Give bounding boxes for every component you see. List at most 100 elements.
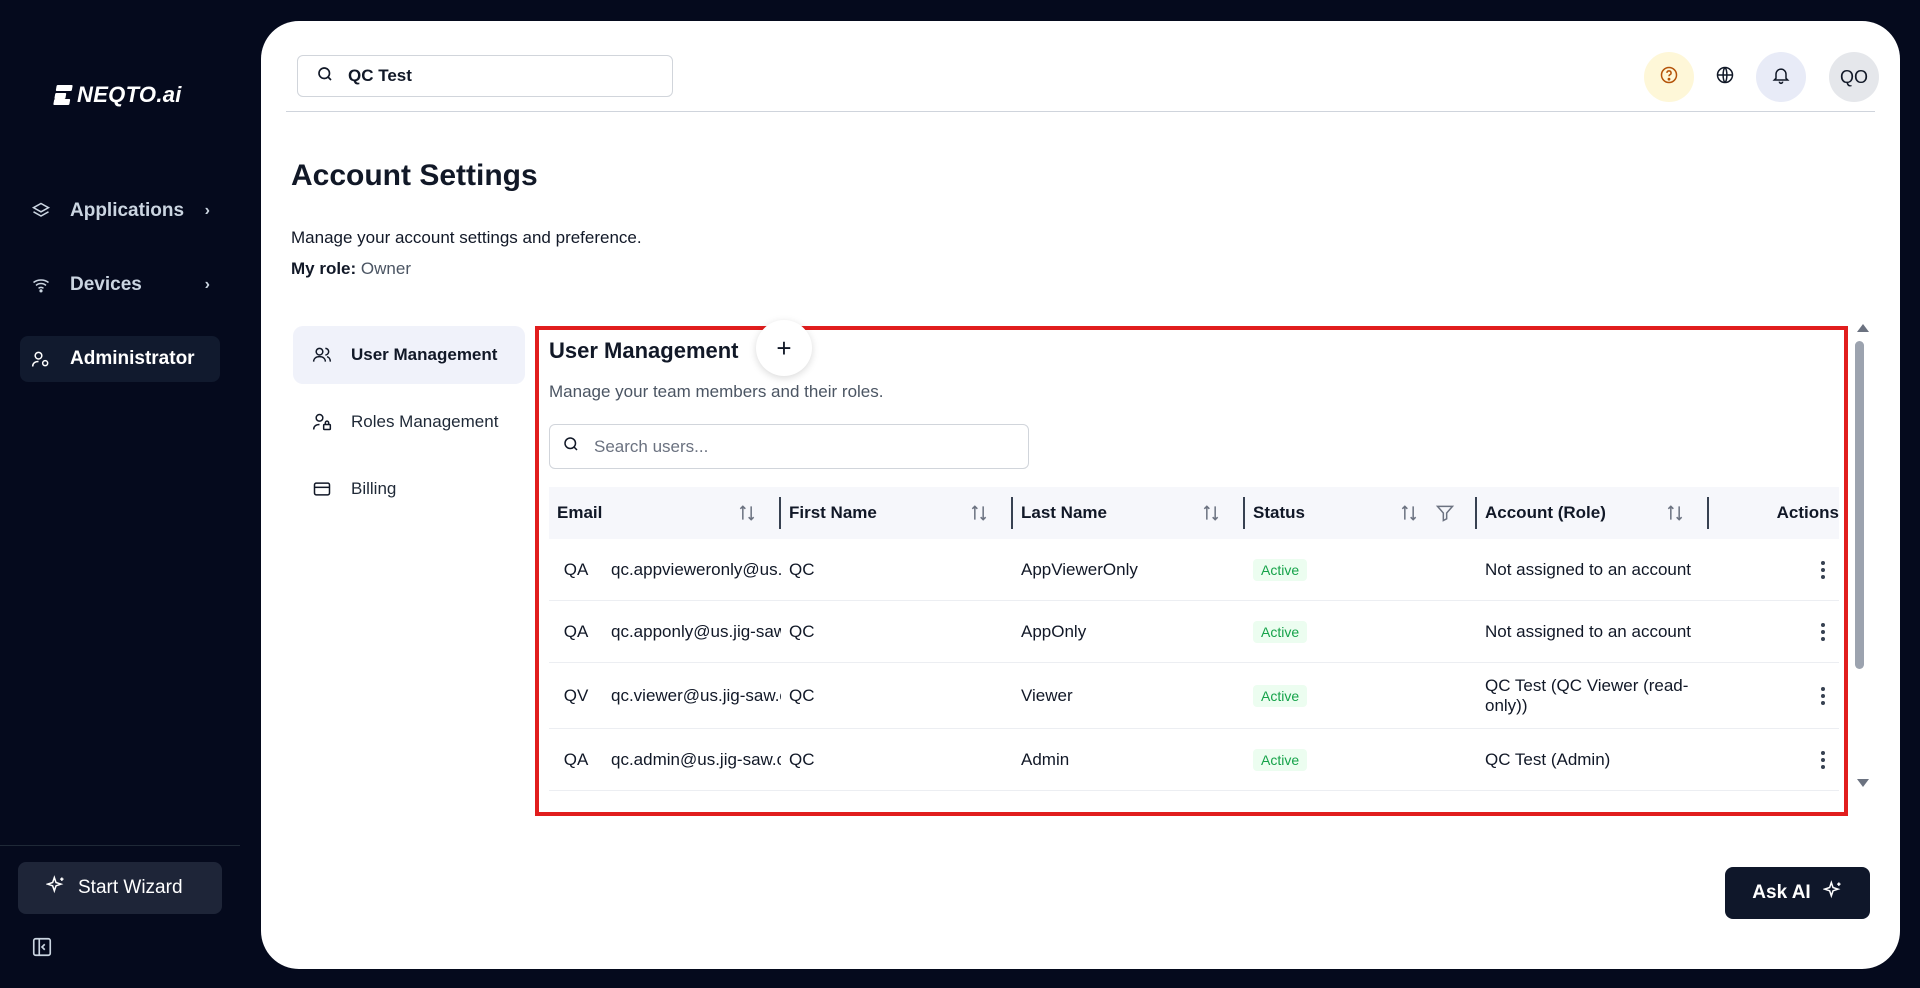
role-label: My role: — [291, 259, 357, 278]
user-management-description: Manage your team members and their roles… — [549, 382, 884, 401]
user-avatar[interactable]: QO — [1829, 52, 1879, 102]
status-badge: Active — [1253, 748, 1308, 771]
email-cell: QA qc.admin@us.jig-saw.com — [549, 750, 781, 770]
user-management-panel: User Management + Manage your team membe… — [535, 320, 1848, 816]
brand-name: NEQTO.ai — [77, 82, 182, 107]
status-cell: Active — [1245, 748, 1477, 771]
email-text: qc.appvieweronly@us.jig-saw.com — [611, 559, 781, 579]
collapse-sidebar-icon[interactable] — [31, 936, 53, 958]
column-label: Account (Role) — [1485, 503, 1606, 522]
user-search-field[interactable] — [549, 424, 1029, 469]
global-search-value: QC Test — [348, 66, 412, 85]
actions-cell — [1709, 750, 1839, 770]
column-status[interactable]: Status — [1245, 487, 1477, 539]
user-initials-avatar: QV — [563, 685, 589, 705]
globe-icon — [1715, 65, 1735, 90]
sidebar-item-administrator[interactable]: Administrator — [20, 336, 220, 382]
global-search-input[interactable]: QC Test — [297, 55, 673, 97]
start-wizard-button[interactable]: Start Wizard — [18, 862, 222, 914]
table-row[interactable]: QA qc.admin@us.jig-saw.com QC Admin Acti… — [549, 729, 1839, 791]
column-account-role[interactable]: Account (Role) — [1477, 487, 1709, 539]
ask-ai-button[interactable]: Ask AI — [1725, 867, 1870, 919]
users-icon — [311, 344, 333, 366]
more-vertical-icon[interactable] — [1813, 622, 1833, 642]
more-vertical-icon[interactable] — [1813, 686, 1833, 706]
account-role-cell: QC Test (QC Viewer (read-only)) — [1485, 675, 1689, 715]
table-row[interactable]: QA qc.apponly@us.jig-saw.com QC AppOnly … — [549, 601, 1839, 663]
account-role-cell: QC Test (Admin) — [1485, 749, 1611, 769]
wifi-icon — [30, 274, 52, 296]
layers-icon — [30, 200, 52, 222]
sort-icon[interactable] — [1399, 503, 1419, 523]
account-role-cell: Not assigned to an account — [1485, 559, 1692, 579]
table-row[interactable]: QV qc.viewer@us.jig-saw.com QC Viewer Ac… — [549, 663, 1839, 729]
sidebar-nav: Applications › Devices › Administrator — [20, 188, 220, 410]
user-gear-icon — [30, 348, 52, 370]
sort-icon[interactable] — [1665, 503, 1685, 523]
column-label: First Name — [789, 503, 877, 522]
role-value: Owner — [360, 259, 411, 278]
column-label: Status — [1253, 503, 1305, 522]
brand-logo[interactable]: NEQTO.ai — [53, 82, 182, 108]
table-header: Email First Name Last Name Status Accoun… — [549, 487, 1839, 539]
start-wizard-label: Start Wizard — [78, 877, 183, 898]
user-search-input[interactable] — [594, 436, 994, 457]
scroll-up-arrow[interactable] — [1857, 324, 1869, 332]
sidebar-item-applications[interactable]: Applications › — [20, 188, 220, 234]
sort-icon[interactable] — [1201, 503, 1221, 523]
tab-label: Billing — [351, 479, 397, 498]
scroll-down-arrow[interactable] — [1857, 779, 1869, 787]
email-text: qc.apponly@us.jig-saw.com — [611, 621, 781, 641]
more-vertical-icon[interactable] — [1813, 560, 1833, 580]
email-text: qc.viewer@us.jig-saw.com — [611, 685, 781, 705]
first-name-cell: QC — [789, 621, 815, 641]
column-first-name[interactable]: First Name — [781, 487, 1013, 539]
add-user-button[interactable]: + — [756, 320, 812, 376]
status-cell: Active — [1245, 684, 1477, 707]
main-panel: QC Test QO Account Settings Manage your … — [261, 21, 1900, 969]
top-bar: QC Test QO — [286, 21, 1879, 112]
chevron-right-icon: › — [204, 276, 210, 293]
column-label: Email — [557, 503, 603, 522]
user-management-title: User Management — [549, 338, 739, 363]
sort-icon[interactable] — [737, 503, 757, 523]
first-name-cell: QC — [789, 749, 815, 769]
users-table: Email First Name Last Name Status Accoun… — [549, 487, 1839, 791]
notifications-button[interactable] — [1756, 52, 1806, 102]
search-icon — [316, 65, 334, 88]
tab-roles-management[interactable]: Roles Management — [293, 393, 525, 451]
column-last-name[interactable]: Last Name — [1013, 487, 1245, 539]
email-cell: QA qc.apponly@us.jig-saw.com — [549, 622, 781, 642]
sidebar-item-devices[interactable]: Devices › — [20, 262, 220, 308]
help-icon — [1659, 65, 1679, 90]
credit-card-icon — [311, 478, 333, 500]
table-row[interactable]: QA qc.appvieweronly@us.jig-saw.com QC Ap… — [549, 539, 1839, 601]
status-badge: Active — [1253, 684, 1308, 707]
status-cell: Active — [1245, 620, 1477, 643]
chevron-right-icon: › — [204, 202, 210, 219]
sidebar: NEQTO.ai Applications › Devices › Admini… — [0, 0, 240, 988]
page-title: Account Settings — [291, 159, 538, 192]
scrollbar-thumb[interactable] — [1855, 341, 1864, 669]
user-lock-icon — [311, 411, 333, 433]
status-badge: Active — [1253, 558, 1308, 581]
bell-icon — [1771, 65, 1791, 90]
help-button[interactable] — [1644, 52, 1694, 102]
last-name-cell: AppViewerOnly — [1021, 559, 1138, 579]
column-email[interactable]: Email — [549, 487, 781, 539]
tab-billing[interactable]: Billing — [293, 460, 525, 518]
language-button[interactable] — [1700, 52, 1750, 102]
column-label: Actions — [1776, 503, 1839, 522]
actions-cell — [1709, 560, 1839, 580]
more-vertical-icon[interactable] — [1813, 750, 1833, 770]
sidebar-item-label: Administrator — [70, 348, 195, 369]
user-initials-avatar: QA — [563, 559, 589, 579]
filter-icon[interactable] — [1435, 503, 1455, 523]
sidebar-divider — [0, 845, 240, 846]
sparkle-icon — [1822, 880, 1843, 906]
column-actions: Actions — [1709, 487, 1839, 539]
tab-user-management[interactable]: User Management — [293, 326, 525, 384]
sort-icon[interactable] — [969, 503, 989, 523]
last-name-cell: Viewer — [1021, 685, 1073, 705]
page-description: Manage your account settings and prefere… — [291, 228, 642, 247]
